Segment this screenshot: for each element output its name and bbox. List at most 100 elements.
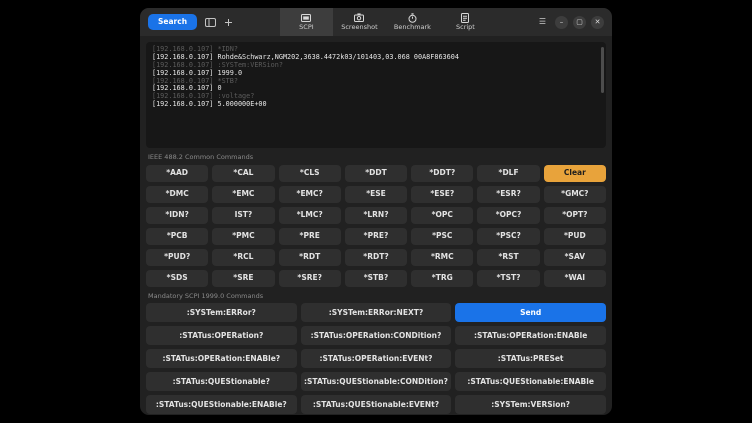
command-button[interactable]: *PCB bbox=[146, 228, 208, 245]
command-button[interactable]: *RDT? bbox=[345, 249, 407, 266]
scpi-display-icon bbox=[301, 13, 311, 22]
camera-icon bbox=[354, 13, 364, 22]
command-button[interactable]: *PRE? bbox=[345, 228, 407, 245]
clear-button[interactable]: Clear bbox=[544, 165, 606, 182]
tab-label: Benchmark bbox=[394, 24, 431, 31]
command-button[interactable]: *ESE bbox=[345, 186, 407, 203]
command-button[interactable]: *CLS bbox=[279, 165, 341, 182]
terminal-output[interactable]: [192.168.0.107] *IDN?[192.168.0.107] Roh… bbox=[146, 42, 606, 148]
terminal-line-host: [192.168.0.107] bbox=[152, 77, 213, 85]
command-button[interactable]: :SYSTem:ERRor:NEXT? bbox=[301, 303, 452, 322]
ieee-section-label: IEEE 488.2 Common Commands bbox=[148, 154, 604, 161]
command-button[interactable]: :STATus:QUEStionable:ENABle bbox=[455, 372, 606, 391]
command-button[interactable]: *RDT bbox=[279, 249, 341, 266]
command-button[interactable]: *PMC bbox=[212, 228, 274, 245]
command-button[interactable]: *RCL bbox=[212, 249, 274, 266]
tab-scpi[interactable]: SCPI bbox=[280, 8, 333, 36]
command-button[interactable]: :STATus:QUEStionable:ENABle? bbox=[146, 395, 297, 414]
command-button[interactable]: :STATus:OPERation:ENABle bbox=[455, 326, 606, 345]
command-button[interactable]: *ESE? bbox=[411, 186, 473, 203]
terminal-lines: [192.168.0.107] *IDN?[192.168.0.107] Roh… bbox=[152, 46, 600, 109]
terminal-line-host: [192.168.0.107] bbox=[152, 84, 213, 92]
command-button[interactable]: :STATus:OPERation:CONDition? bbox=[301, 326, 452, 345]
command-button[interactable]: *DDT bbox=[345, 165, 407, 182]
command-button[interactable]: :STATus:OPERation:ENABle? bbox=[146, 349, 297, 368]
minimize-button[interactable]: – bbox=[555, 16, 568, 29]
command-button[interactable]: *LRN? bbox=[345, 207, 407, 224]
window-body: [192.168.0.107] *IDN?[192.168.0.107] Roh… bbox=[140, 36, 612, 415]
terminal-line-host: [192.168.0.107] bbox=[152, 92, 213, 100]
command-button[interactable]: *SAV bbox=[544, 249, 606, 266]
command-button[interactable]: *EMC bbox=[212, 186, 274, 203]
command-button[interactable]: *TRG bbox=[411, 270, 473, 287]
command-button[interactable]: :STATus:QUEStionable? bbox=[146, 372, 297, 391]
terminal-line: [192.168.0.107] 5.000000E+00 bbox=[152, 101, 600, 109]
command-button[interactable]: *STB? bbox=[345, 270, 407, 287]
window-controls: ☰ – ▢ ✕ bbox=[539, 16, 604, 29]
terminal-line-text: 1999.0 bbox=[217, 69, 242, 77]
close-button[interactable]: ✕ bbox=[591, 16, 604, 29]
search-button[interactable]: Search bbox=[148, 14, 197, 30]
scpi-command-grid: :SYSTem:ERRor?:SYSTem:ERRor:NEXT?Send:ST… bbox=[146, 303, 606, 414]
command-button[interactable]: *PRE bbox=[279, 228, 341, 245]
scpi-section-label: Mandatory SCPI 1999.0 Commands bbox=[148, 293, 604, 300]
command-button[interactable]: :STATus:QUEStionable:CONDition? bbox=[301, 372, 452, 391]
app-window: Search SCPI Screenshot Benchmark Script ☰ –… bbox=[140, 8, 612, 415]
command-button[interactable]: *WAI bbox=[544, 270, 606, 287]
sidebar-toggle-icon[interactable] bbox=[205, 18, 216, 27]
terminal-line-host: [192.168.0.107] bbox=[152, 61, 213, 69]
command-button[interactable]: *CAL bbox=[212, 165, 274, 182]
tab-screenshot[interactable]: Screenshot bbox=[333, 8, 386, 36]
stopwatch-icon bbox=[408, 13, 417, 22]
tab-script[interactable]: Script bbox=[439, 8, 492, 36]
command-button[interactable]: *PSC? bbox=[477, 228, 539, 245]
terminal-line-text: :voltage? bbox=[217, 92, 254, 100]
new-tab-icon[interactable] bbox=[224, 18, 233, 27]
command-button[interactable]: *SDS bbox=[146, 270, 208, 287]
terminal-scrollbar[interactable] bbox=[601, 47, 604, 93]
command-button[interactable]: *PUD bbox=[544, 228, 606, 245]
command-button[interactable]: *GMC? bbox=[544, 186, 606, 203]
command-button[interactable]: *IDN? bbox=[146, 207, 208, 224]
command-button[interactable]: :STATus:PRESet bbox=[455, 349, 606, 368]
terminal-line-host: [192.168.0.107] bbox=[152, 53, 213, 61]
command-button[interactable]: *SRE bbox=[212, 270, 274, 287]
command-button[interactable]: *LMC? bbox=[279, 207, 341, 224]
send-button[interactable]: Send bbox=[455, 303, 606, 322]
command-button[interactable]: *AAD bbox=[146, 165, 208, 182]
command-button[interactable]: *DLF bbox=[477, 165, 539, 182]
command-button[interactable]: *SRE? bbox=[279, 270, 341, 287]
command-button[interactable]: :STATus:QUEStionable:EVENt? bbox=[301, 395, 452, 414]
menu-icon[interactable]: ☰ bbox=[539, 18, 546, 26]
command-button[interactable]: *DMC bbox=[146, 186, 208, 203]
tab-label: Screenshot bbox=[341, 24, 377, 31]
script-icon bbox=[461, 13, 469, 22]
command-button[interactable]: :SYSTem:VERSion? bbox=[455, 395, 606, 414]
command-button[interactable]: *DDT? bbox=[411, 165, 473, 182]
command-button[interactable]: *PSC bbox=[411, 228, 473, 245]
command-button[interactable]: :STATus:OPERation? bbox=[146, 326, 297, 345]
command-button[interactable]: *OPT? bbox=[544, 207, 606, 224]
terminal-line-text: *STB? bbox=[217, 77, 237, 85]
terminal-line-text: 5.000000E+00 bbox=[217, 100, 266, 108]
command-button[interactable]: IST? bbox=[212, 207, 274, 224]
command-button[interactable]: *OPC bbox=[411, 207, 473, 224]
command-button[interactable]: *TST? bbox=[477, 270, 539, 287]
tab-label: Script bbox=[456, 24, 475, 31]
command-button[interactable]: *ESR? bbox=[477, 186, 539, 203]
maximize-button[interactable]: ▢ bbox=[573, 16, 586, 29]
command-button[interactable]: *PUD? bbox=[146, 249, 208, 266]
terminal-line-text: :SYSTem:VERSion? bbox=[217, 61, 282, 69]
command-button[interactable]: :STATus:OPERation:EVENt? bbox=[301, 349, 452, 368]
command-button[interactable]: *OPC? bbox=[477, 207, 539, 224]
tab-bar: SCPI Screenshot Benchmark Script bbox=[280, 8, 492, 36]
command-button[interactable]: *RMC bbox=[411, 249, 473, 266]
command-button[interactable]: :SYSTem:ERRor? bbox=[146, 303, 297, 322]
tab-label: SCPI bbox=[299, 24, 314, 31]
tab-benchmark[interactable]: Benchmark bbox=[386, 8, 439, 36]
terminal-line-host: [192.168.0.107] bbox=[152, 69, 213, 77]
command-button[interactable]: *EMC? bbox=[279, 186, 341, 203]
command-button[interactable]: *RST bbox=[477, 249, 539, 266]
terminal-line-host: [192.168.0.107] bbox=[152, 45, 213, 53]
titlebar: Search SCPI Screenshot Benchmark Script ☰ –… bbox=[140, 8, 612, 36]
